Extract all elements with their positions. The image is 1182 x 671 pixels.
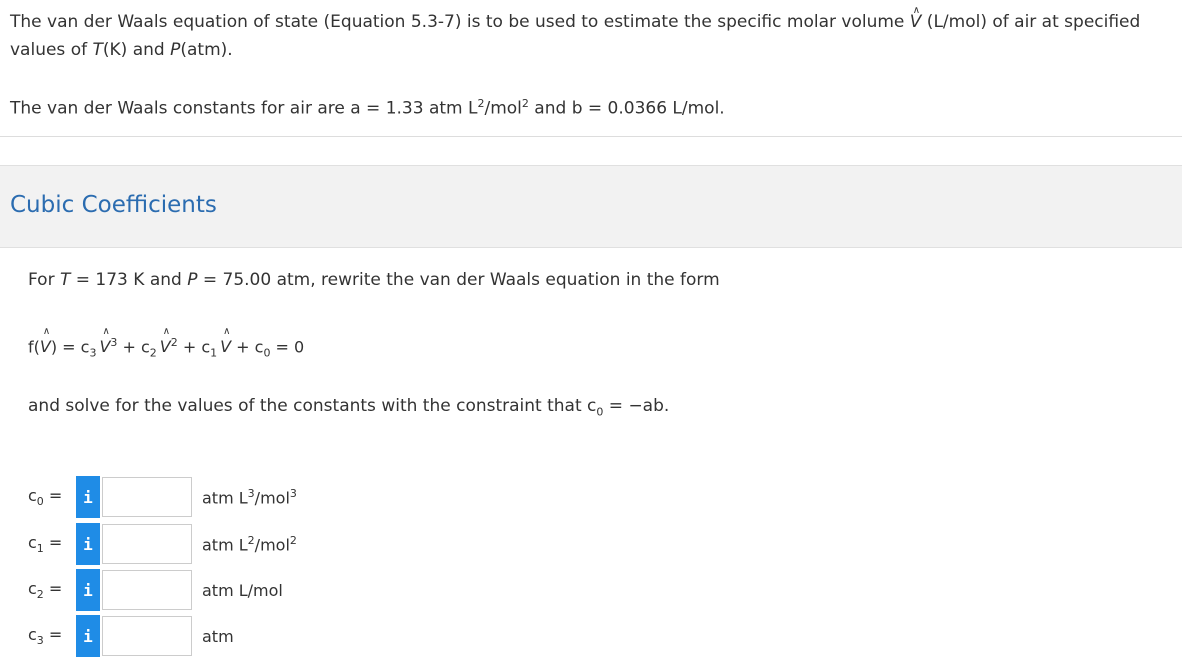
cubic-equation: f(V) = c3V3 + c2V2 + c1V + c0 = 0 [28,326,304,359]
answer-label: c2 = [28,578,63,602]
info-icon[interactable]: i [76,523,100,565]
section-title: Cubic Coefficients [10,192,217,218]
answer-input-c1[interactable] [102,524,192,564]
answer-label: c1 = [28,532,63,556]
unit-label: atm [202,626,234,646]
question-text: For T = 173 K and P = 75.00 atm, rewrite… [28,270,720,290]
answer-label: c0 = [28,485,63,509]
info-icon[interactable]: i [76,615,100,657]
constraint-text: and solve for the values of the constant… [28,396,670,419]
answer-row-c1: c1 = i atm L2/mol2 [28,523,297,565]
answer-input-c3[interactable] [102,616,192,656]
constants-paragraph: The van der Waals constants for air are … [10,97,725,119]
unit-label: atm L2/mol2 [202,533,297,555]
info-icon[interactable]: i [76,476,100,518]
divider [0,136,1182,137]
v-hat-symbol: V [910,0,922,36]
intro-paragraph: The van der Waals equation of state (Equ… [10,0,1170,64]
answer-input-c2[interactable] [102,570,192,610]
unit-label: atm L3/mol3 [202,486,297,508]
answer-row-c0: c0 = i atm L3/mol3 [28,476,297,518]
answer-row-c3: c3 = i atm [28,615,234,657]
answer-input-c0[interactable] [102,477,192,517]
info-icon[interactable]: i [76,569,100,611]
answer-label: c3 = [28,624,63,648]
unit-label: atm L/mol [202,580,283,600]
answer-row-c2: c2 = i atm L/mol [28,569,283,611]
